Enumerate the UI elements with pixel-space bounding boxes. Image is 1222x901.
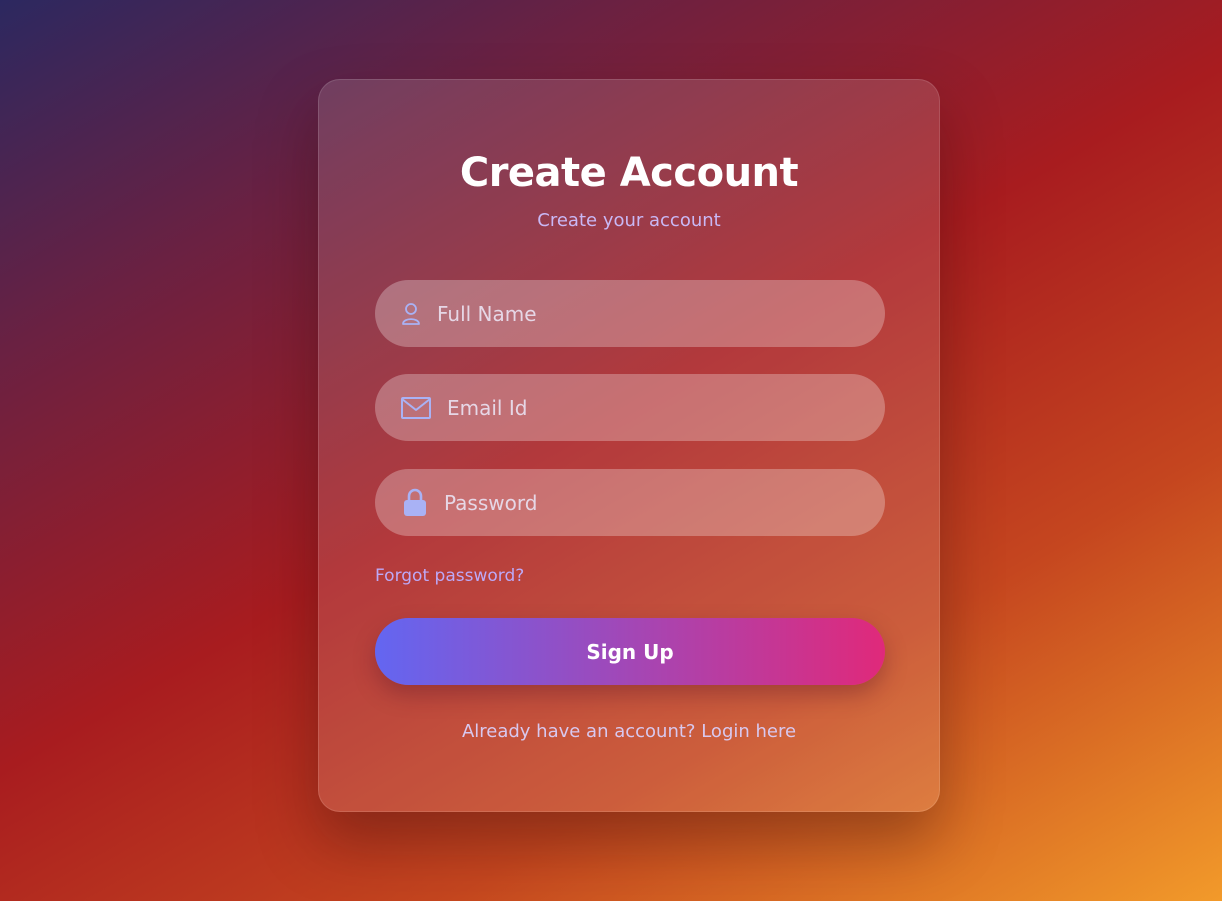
user-icon [402, 303, 420, 325]
sign-up-button[interactable]: Sign Up [375, 618, 885, 685]
lock-icon [404, 488, 426, 516]
forgot-password-link[interactable]: Forgot password? [375, 566, 524, 586]
email-input[interactable] [447, 374, 865, 441]
signup-card: Create Account Create your account Forgo… [318, 79, 940, 812]
login-prompt: Already have an account? Login here [319, 721, 939, 742]
full-name-field[interactable] [375, 280, 885, 347]
login-link[interactable]: Login here [701, 721, 796, 742]
login-prompt-text: Already have an account? [461, 721, 696, 742]
email-field[interactable] [375, 374, 885, 441]
page-subtitle: Create your account [537, 210, 721, 231]
mail-icon [401, 397, 431, 419]
full-name-input[interactable] [437, 280, 865, 347]
password-input[interactable] [444, 469, 865, 536]
password-field[interactable] [375, 469, 885, 536]
page-title: Create Account [459, 150, 799, 196]
